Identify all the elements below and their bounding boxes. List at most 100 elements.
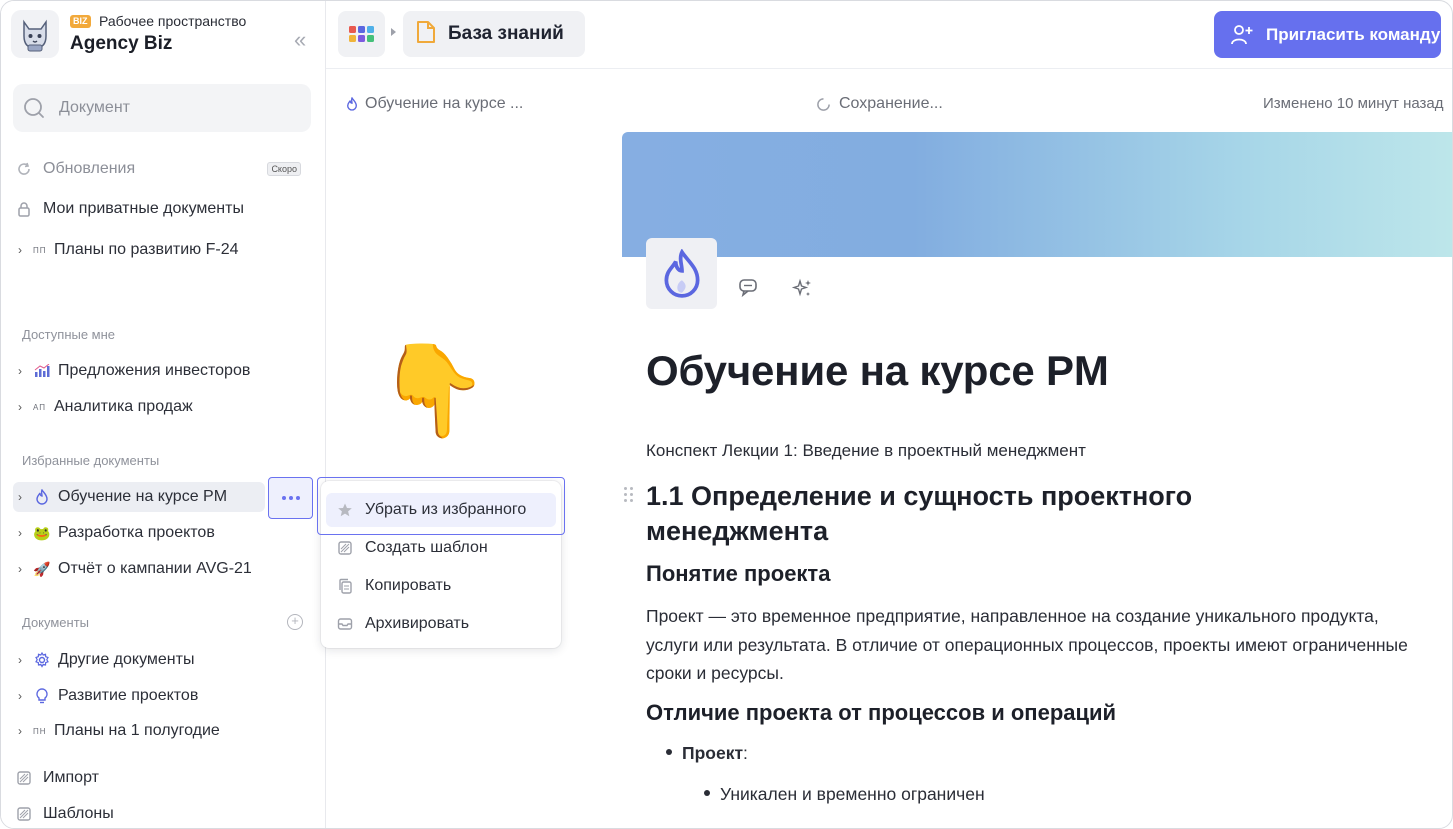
flame-icon <box>346 97 358 111</box>
sparkles-icon[interactable] <box>791 278 813 305</box>
add-user-icon <box>1230 24 1254 46</box>
cover-image[interactable] <box>622 132 1452 257</box>
template-icon <box>337 540 353 556</box>
section-title-shared: Доступные мне <box>22 327 116 342</box>
menu-item-label: Архивировать <box>365 615 470 632</box>
sidebar-item-label: Планы на 1 полугодие <box>54 722 220 739</box>
breadcrumb-knowledge-base[interactable]: База знаний <box>403 11 585 57</box>
section-title-favorites: Избранные документы <box>22 453 160 468</box>
context-menu: Убрать из избранного Создать шаблон Копи… <box>321 481 561 648</box>
section-title-documents: Документы <box>22 615 90 630</box>
chevron-right-icon[interactable]: › <box>13 526 27 540</box>
document-icon <box>416 20 436 49</box>
sidebar-item-label: Мои приватные документы <box>43 200 244 217</box>
sidebar-item-pm-course[interactable]: › Обучение на курсе PM <box>13 482 265 512</box>
list-item-colon: : <box>743 743 748 763</box>
search-box[interactable] <box>13 84 311 132</box>
document-intro[interactable]: Конспект Лекции 1: Введение в проектный … <box>646 441 1086 461</box>
sidebar-item-templates[interactable]: Шаблоны <box>13 799 311 828</box>
chart-icon <box>33 364 51 378</box>
list-item[interactable]: Уникален и временно ограничен <box>704 784 985 805</box>
chevron-right-icon[interactable]: › <box>13 653 27 667</box>
menu-item-copy[interactable]: Копировать <box>321 569 561 603</box>
sidebar-item-campaign-report[interactable]: › 🚀 Отчёт о кампании AVG-21 <box>13 554 311 584</box>
sidebar-item-label: Отчёт о кампании AVG-21 <box>58 560 252 577</box>
apps-grid-button[interactable] <box>338 11 385 57</box>
refresh-icon <box>13 161 35 177</box>
workspace-avatar <box>11 10 59 58</box>
sidebar-item-label: Развитие проектов <box>58 687 199 704</box>
save-status: Сохранение... <box>816 95 943 113</box>
doc-breadcrumb[interactable]: Обучение на курсе ... <box>346 95 523 113</box>
search-input[interactable] <box>59 84 299 132</box>
subsection-heading[interactable]: Отличие проекта от процессов и операций <box>646 700 1116 726</box>
bullet-icon <box>666 749 672 756</box>
sidebar-item-label: Предложения инвесторов <box>58 362 251 379</box>
sidebar-item-dev-plans[interactable]: › ПП Планы по развитию F-24 <box>13 235 311 265</box>
sidebar-item-label: Шаблоны <box>43 805 114 822</box>
star-icon <box>337 502 353 518</box>
document-emoji-picker[interactable] <box>646 238 717 309</box>
list-item[interactable]: Проект: <box>666 743 748 764</box>
more-dots-icon <box>281 496 286 500</box>
sidebar-item-sales-analytics[interactable]: › АП Аналитика продаж <box>13 392 311 422</box>
sidebar-item-private-docs[interactable]: Мои приватные документы <box>13 194 311 224</box>
doc-breadcrumb-label: Обучение на курсе ... <box>365 95 524 112</box>
search-icon <box>23 97 45 124</box>
more-options-button[interactable] <box>268 477 313 519</box>
chevron-right-icon[interactable]: › <box>13 243 27 257</box>
breadcrumb-label: База знаний <box>448 23 564 44</box>
chevron-right-icon[interactable]: › <box>13 490 27 504</box>
soon-badge: Скоро <box>267 162 301 176</box>
section-heading[interactable]: 1.1 Определение и сущность проектного ме… <box>646 479 1366 549</box>
lock-icon <box>13 201 35 217</box>
gear-icon <box>33 652 51 668</box>
templates-icon <box>13 806 35 822</box>
drag-handle-icon[interactable] <box>624 487 633 502</box>
menu-item-remove-favorite[interactable]: Убрать из избранного <box>326 493 556 527</box>
menu-item-label: Убрать из избранного <box>365 501 527 518</box>
sidebar-item-label: Обучение на курсе PM <box>58 488 228 505</box>
sidebar-item-half-year-plans[interactable]: › ПН Планы на 1 полугодие <box>13 716 311 746</box>
chevron-right-icon[interactable]: › <box>13 400 27 414</box>
spinner-icon <box>816 97 831 112</box>
menu-item-label: Создать шаблон <box>365 539 488 556</box>
sidebar-item-label: Импорт <box>43 769 99 786</box>
subsection-heading[interactable]: Понятие проекта <box>646 561 830 587</box>
sidebar-item-project-dev[interactable]: › 🐸 Разработка проектов <box>13 518 311 548</box>
breadcrumb-separator-icon <box>391 28 396 36</box>
doc-abbr-icon: ПП <box>33 245 47 255</box>
list-item-text: Уникален и временно ограничен <box>720 784 985 804</box>
doc-abbr-icon: АП <box>33 402 46 412</box>
sidebar-item-updates[interactable]: Обновления Скоро <box>13 154 311 184</box>
chevron-right-icon[interactable]: › <box>13 724 27 738</box>
sidebar-item-label: Аналитика продаж <box>54 398 193 415</box>
rocket-icon: 🚀 <box>33 560 51 577</box>
invite-team-button[interactable]: Пригласить команду <box>1214 11 1441 58</box>
sidebar-item-label: Другие документы <box>58 651 195 668</box>
collapse-sidebar-icon[interactable]: « <box>294 29 314 51</box>
chevron-right-icon[interactable]: › <box>13 562 27 576</box>
sidebar-item-project-growth[interactable]: › Развитие проектов <box>13 681 311 711</box>
chevron-right-icon[interactable]: › <box>13 364 27 378</box>
menu-item-archive[interactable]: Архивировать <box>321 607 561 641</box>
workspace-switcher[interactable]: BIZ Рабочее пространство Agency Biz « <box>11 10 311 58</box>
add-document-icon[interactable]: + <box>287 614 303 630</box>
last-modified: Изменено 10 минут назад <box>1263 95 1444 112</box>
lightbulb-icon <box>33 688 51 704</box>
comment-icon[interactable] <box>738 278 760 303</box>
app-window: BIZ Рабочее пространство Agency Biz « Об… <box>0 0 1453 829</box>
frog-icon: 🐸 <box>33 524 51 541</box>
document-title[interactable]: Обучение на курсе PM <box>646 347 1109 395</box>
sidebar-item-investors[interactable]: › Предложения инвесторов <box>13 356 311 386</box>
sidebar-item-import[interactable]: Импорт <box>13 763 311 793</box>
top-bar: База знаний Пригласить команду <box>326 1 1452 69</box>
sidebar: BIZ Рабочее пространство Agency Biz « Об… <box>1 1 326 828</box>
archive-icon <box>337 616 353 632</box>
sidebar-item-other-docs[interactable]: › Другие документы <box>13 645 311 675</box>
chevron-right-icon[interactable]: › <box>13 689 27 703</box>
invite-label: Пригласить команду <box>1266 24 1441 44</box>
menu-item-create-template[interactable]: Создать шаблон <box>321 531 561 565</box>
paragraph[interactable]: Проект — это временное предприятие, напр… <box>646 602 1436 688</box>
workspace-name: Agency Biz <box>70 33 173 54</box>
